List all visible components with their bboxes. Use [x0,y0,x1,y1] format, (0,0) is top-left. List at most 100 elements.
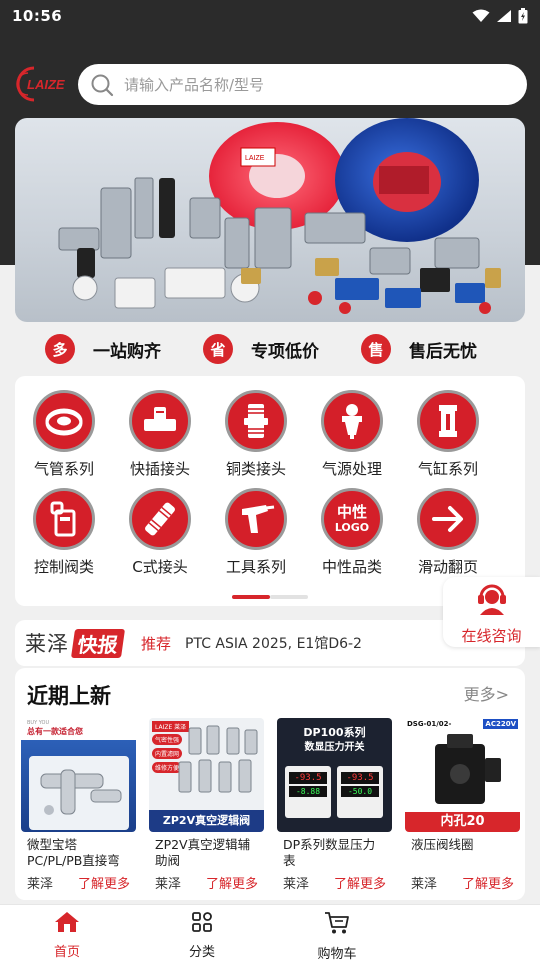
promise-badge: 多 [45,334,75,364]
category-label: 气源处理 [321,460,382,478]
bottom-tab-bar: 首页 分类 购物车 [0,904,540,960]
brand-logo[interactable]: LAIZE [14,65,70,103]
promise-after-sales: 售 售后无忧 [361,334,477,364]
section-title: 近期上新 [27,684,111,708]
home-icon [55,912,79,932]
search-input[interactable]: 请输入产品名称/型号 [78,64,527,105]
customer-service-icon [477,584,506,615]
search-placeholder: 请输入产品名称/型号 [124,76,265,94]
product-more-link[interactable]: 了解更多 [78,873,130,892]
product-more-link[interactable]: 了解更多 [334,873,386,892]
product-card[interactable]: DSG-01/02- AC220V 内孔20 液压阀线圈 莱泽 了解更多 [405,718,520,900]
promise-label: 售后无忧 [409,341,477,362]
status-icons [472,8,528,24]
wifi-icon [472,9,490,22]
neutral-logo-icon: 中性 LOGO [321,488,383,550]
category-item-neutral[interactable]: 中性 LOGO 中性品类 [304,488,400,580]
product-name: 液压阀线圈 [411,837,474,852]
product-image: BUY YOU 总有一款适合您 [21,718,136,832]
category-item-quick-fitting[interactable]: 快插接头 [112,390,208,482]
tab-label: 购物车 [317,947,357,960]
promise-badge: 售 [361,334,391,364]
coupler-icon [129,488,191,550]
category-label: 气缸系列 [417,460,478,478]
category-item-air-treatment[interactable]: 气源处理 [304,390,400,482]
product-name: DP系列数显压力表 [283,837,376,868]
category-item-slide-page[interactable]: 滑动翻页 [400,488,496,580]
neutral-icon-text-2: LOGO [334,521,370,534]
product-image-subtitle: 数显压力开关 [304,742,365,753]
search-icon [91,74,114,96]
tube-coil-icon [33,390,95,452]
promise-low-price: 省 专项低价 [203,334,319,364]
promise-one-stop: 多 一站购齐 [45,334,161,364]
category-item-tools[interactable]: 工具系列 [208,488,304,580]
category-label: C式接头 [132,558,188,576]
product-image-caption: 内孔20 [405,812,520,832]
product-card[interactable]: BUY YOU 总有一款适合您 微型宝塔PC/PL/PB直接弯头三... 莱泽 … [21,718,136,900]
promise-label: 一站购齐 [93,341,161,362]
category-grid: 气管系列 快插接头 铜类接头 气源处理 气缸系列 控制阀类 C式接头 工具系列 … [15,376,525,606]
category-label: 工具系列 [225,558,286,576]
category-item-control-valve[interactable]: 控制阀类 [16,488,112,580]
category-label: 中性品类 [321,558,382,576]
promise-badge: 省 [203,334,233,364]
product-brand: 莱泽 [283,877,310,892]
tab-home[interactable]: 首页 [32,911,102,960]
more-link[interactable]: 更多> [464,681,509,705]
product-more-link[interactable]: 了解更多 [462,873,514,892]
neutral-icon-text-1: 中性 [336,503,367,521]
category-page-indicator [232,595,308,599]
product-image-small-text: BUY YOU [27,720,50,726]
product-card[interactable]: DP100系列 数显压力开关 -93.5 -8.88 -93.5 -50.0 D… [277,718,392,900]
product-name: 微型宝塔PC/PL/PB直接弯头三... [27,837,120,868]
category-item-c-coupler[interactable]: C式接头 [112,488,208,580]
online-consult-label: 在线咨询 [461,627,522,645]
category-label: 快插接头 [129,460,190,478]
air-gun-icon [225,488,287,550]
arrow-right-icon [417,488,479,550]
product-image: DSG-01/02- AC220V 内孔20 [405,718,520,832]
category-label: 铜类接头 [225,460,286,478]
product-more-link[interactable]: 了解更多 [206,873,258,892]
news-brand: 莱泽 [25,632,69,656]
battery-icon [518,8,528,24]
news-headline: PTC ASIA 2025, E1馆D6-2 [185,636,362,652]
news-recommend-label: 推荐 [141,634,172,653]
product-image: LAIZE 莱泽 气密性强 内置滤网 维修方便 ZP2V真空逻辑阀 [149,718,264,832]
product-brand: 莱泽 [27,877,54,892]
grid-icon [192,912,212,932]
hero-banner[interactable]: LAIZE [15,118,525,322]
logo-text: LAIZE [27,77,65,92]
tab-category[interactable]: 分类 [167,911,237,960]
recent-products-section: 近期上新 更多> BUY YOU 总有一款适合您 微型宝塔PC/PL/PB直接弯… [15,668,525,900]
banner-product-collage: LAIZE [58,118,501,314]
category-label: 控制阀类 [33,558,94,576]
tab-label: 首页 [53,945,80,960]
valve-icon [33,488,95,550]
category-label: 气管系列 [33,460,94,478]
brass-fitting-icon [225,390,287,452]
tab-label: 分类 [188,945,215,960]
category-item-brass-fitting[interactable]: 铜类接头 [208,390,304,482]
gauge-reading: -93.5 [289,772,327,784]
promise-label: 专项低价 [251,341,319,362]
banner-coil-label: LAIZE [245,155,265,162]
category-item-cylinder[interactable]: 气缸系列 [400,390,496,482]
product-brand: 莱泽 [155,877,182,892]
product-card[interactable]: LAIZE 莱泽 气密性强 内置滤网 维修方便 ZP2V真空逻辑阀 ZP2V真空… [149,718,264,900]
online-consult-button[interactable]: 在线咨询 [443,577,540,647]
category-item-air-tube[interactable]: 气管系列 [16,390,112,482]
air-filter-icon [321,390,383,452]
news-tag: 快报 [70,628,126,658]
page-indicator-rest [270,595,308,599]
gauge-reading: -93.5 [341,772,379,784]
product-image-caption: ZP2V真空逻辑阀 [149,810,264,832]
category-label: 滑动翻页 [417,558,478,576]
page-indicator-active [232,595,270,599]
app-header: LAIZE 请输入产品名称/型号 [0,62,540,106]
gauge-subreading: -8.88 [289,786,327,797]
product-image: DP100系列 数显压力开关 -93.5 -8.88 -93.5 -50.0 [277,718,392,832]
tab-cart[interactable]: 购物车 [302,911,372,960]
product-brand: 莱泽 [411,877,438,892]
